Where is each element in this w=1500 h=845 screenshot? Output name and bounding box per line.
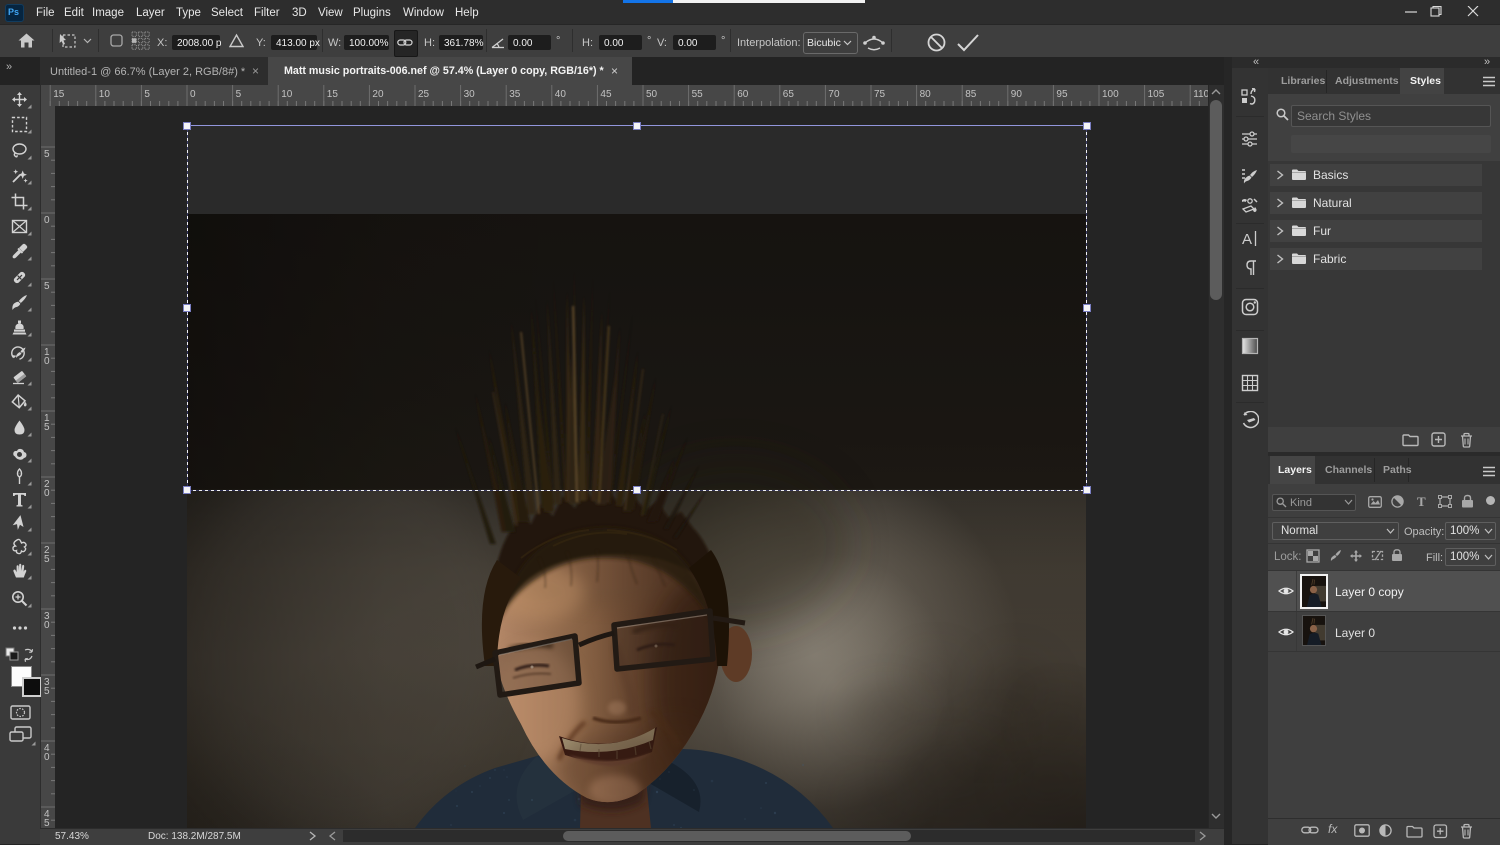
svg-text:45: 45 [600, 89, 612, 100]
svg-text:50: 50 [646, 89, 658, 100]
svg-text:0: 0 [44, 488, 50, 499]
svg-text:0: 0 [44, 752, 50, 763]
svg-text:80: 80 [920, 89, 932, 100]
svg-text:30: 30 [464, 89, 476, 100]
svg-text:5: 5 [144, 89, 150, 100]
svg-text:70: 70 [828, 89, 840, 100]
svg-text:5: 5 [44, 818, 50, 828]
svg-text:65: 65 [783, 89, 795, 100]
svg-text:100: 100 [1102, 89, 1119, 100]
svg-text:35: 35 [509, 89, 521, 100]
svg-text:5: 5 [44, 149, 50, 160]
svg-text:5: 5 [44, 686, 50, 697]
svg-text:10: 10 [281, 89, 293, 100]
svg-text:15: 15 [327, 89, 339, 100]
svg-text:T: T [1417, 495, 1426, 507]
svg-text:105: 105 [1148, 89, 1165, 100]
svg-text:85: 85 [965, 89, 977, 100]
svg-text:0: 0 [190, 89, 196, 100]
svg-text:75: 75 [874, 89, 886, 100]
svg-text:95: 95 [1056, 89, 1068, 100]
svg-text:0: 0 [44, 620, 50, 631]
svg-text:40: 40 [555, 89, 567, 100]
svg-text:5: 5 [44, 422, 50, 433]
svg-text:10: 10 [99, 89, 111, 100]
svg-text:A: A [1242, 231, 1252, 248]
svg-text:55: 55 [692, 89, 704, 100]
svg-text:0: 0 [44, 356, 50, 367]
svg-text:5: 5 [44, 554, 50, 565]
svg-text:20: 20 [372, 89, 384, 100]
svg-text:0: 0 [44, 215, 50, 226]
svg-text:60: 60 [737, 89, 749, 100]
svg-text:15: 15 [53, 89, 65, 100]
svg-text:5: 5 [236, 89, 242, 100]
svg-text:90: 90 [1011, 89, 1023, 100]
svg-text:25: 25 [418, 89, 430, 100]
svg-text:110: 110 [1193, 89, 1208, 100]
svg-text:5: 5 [44, 281, 50, 292]
